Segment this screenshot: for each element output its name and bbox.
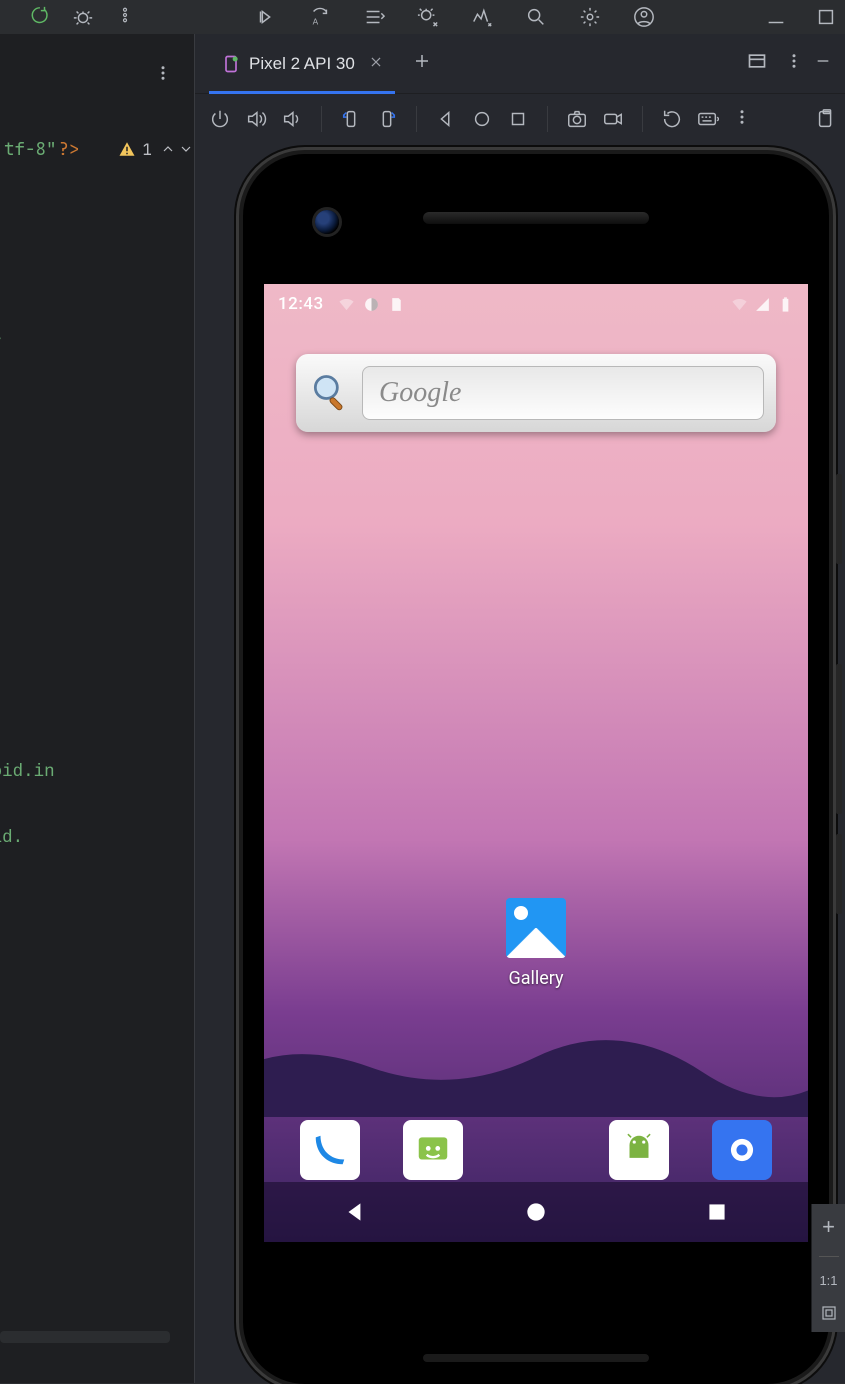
nav-back-icon[interactable] <box>342 1199 368 1225</box>
battery-icon <box>777 296 794 313</box>
search-input[interactable]: Google <box>362 366 764 420</box>
debug-bug-icon[interactable] <box>72 6 94 28</box>
volume-down-icon[interactable] <box>281 108 303 130</box>
overview-nav-icon[interactable] <box>507 108 529 130</box>
rotate-left-icon[interactable] <box>340 108 362 130</box>
wallpaper-mountains <box>264 1017 808 1117</box>
clock: 12:43 <box>278 294 324 314</box>
tool-options-kebab-icon[interactable] <box>785 52 803 75</box>
problems-count: 1 <box>142 133 152 166</box>
sd-card-icon <box>388 296 405 313</box>
android-statusbar: 12:43 <box>264 290 808 318</box>
rotate-right-icon[interactable] <box>376 108 398 130</box>
app-android-system[interactable] <box>609 1120 669 1180</box>
dock-empty <box>506 1120 566 1180</box>
step-into-icon[interactable]: A <box>309 6 331 28</box>
keyboard-input-icon[interactable] <box>697 108 719 130</box>
side-button <box>836 834 842 914</box>
magnifier-icon <box>308 371 352 415</box>
side-button <box>836 664 842 814</box>
window-mode-icon[interactable] <box>747 51 767 76</box>
settings-gear-icon[interactable] <box>579 6 601 28</box>
volume-up-icon[interactable] <box>245 108 267 130</box>
device-screen[interactable]: 12:43 Go <box>264 284 808 1242</box>
signal-icon <box>754 296 771 313</box>
zoom-ratio[interactable]: 1:1 <box>819 1273 837 1288</box>
home-nav-icon[interactable] <box>471 108 493 130</box>
bottom-speaker <box>423 1354 649 1362</box>
app-label: Gallery <box>508 968 563 989</box>
chevron-up-icon[interactable] <box>160 141 176 157</box>
code-content[interactable]: /schemas.android. .android.com/tool ue" … <box>0 129 55 888</box>
profiler-icon[interactable] <box>471 6 493 28</box>
tab-label: Pixel 2 API 30 <box>249 54 355 74</box>
chevron-down-icon[interactable] <box>178 141 194 157</box>
wifi-weak-icon <box>338 296 355 313</box>
kebab-menu-icon[interactable] <box>116 6 134 28</box>
search-icon[interactable] <box>525 6 547 28</box>
tab-device[interactable]: Pixel 2 API 30 <box>209 34 395 93</box>
device-icon <box>221 54 241 74</box>
restart-history-icon[interactable] <box>661 108 683 130</box>
emulator-pane: Pixel 2 API 30 <box>195 34 845 1383</box>
wifi-off-icon <box>731 296 748 313</box>
device-frame: 12:43 Go <box>243 154 829 1384</box>
power-icon[interactable] <box>209 108 231 130</box>
front-camera <box>315 210 339 234</box>
zoom-in-icon[interactable]: + <box>822 1214 835 1240</box>
hide-panel-icon[interactable] <box>815 53 831 74</box>
list-icon[interactable] <box>363 6 385 28</box>
app-gallery[interactable]: Gallery <box>495 898 577 989</box>
emulator-toolbar <box>195 94 845 144</box>
step-over-icon[interactable] <box>255 6 277 28</box>
app-camera[interactable] <box>712 1120 772 1180</box>
android-navbar <box>264 1182 808 1242</box>
minimize-window-icon[interactable] <box>765 6 787 28</box>
reload-icon[interactable] <box>28 6 50 28</box>
clipboard-icon[interactable] <box>815 108 837 130</box>
screen-record-icon[interactable] <box>602 108 624 130</box>
gallery-icon <box>506 898 566 958</box>
nav-overview-icon[interactable] <box>704 1199 730 1225</box>
maximize-window-icon[interactable] <box>815 6 837 28</box>
close-tab-icon[interactable] <box>369 54 383 74</box>
editor-scrollbar[interactable] <box>0 1331 170 1343</box>
fit-screen-icon[interactable] <box>820 1304 838 1322</box>
attach-debugger-icon[interactable] <box>417 6 439 28</box>
editor-kebab-icon[interactable] <box>154 60 172 93</box>
add-tab-icon[interactable] <box>413 52 431 75</box>
earpiece <box>423 212 649 224</box>
emulator-tab-bar: Pixel 2 API 30 <box>195 34 845 94</box>
app-phone[interactable] <box>300 1120 360 1180</box>
warning-icon <box>118 140 136 158</box>
nav-home-icon[interactable] <box>523 1199 549 1225</box>
back-nav-icon[interactable] <box>435 108 457 130</box>
emulator-more-kebab-icon[interactable] <box>733 108 751 131</box>
screenshot-icon[interactable] <box>566 108 588 130</box>
code-editor-pane[interactable]: tf-8"?> 1 /schemas.android. .android.com… <box>0 34 195 1383</box>
xml-text: ?> <box>59 133 80 166</box>
side-button <box>836 474 842 564</box>
dock <box>264 1120 808 1180</box>
search-placeholder: Google <box>379 377 461 409</box>
google-search-widget[interactable]: Google <box>296 354 776 432</box>
app-messages[interactable] <box>403 1120 463 1180</box>
zoom-gutter: + 1:1 <box>811 1204 845 1332</box>
svg-text:A: A <box>313 17 319 26</box>
ide-main-toolbar: A <box>0 0 845 34</box>
account-icon[interactable] <box>633 6 655 28</box>
data-saver-icon <box>363 296 380 313</box>
